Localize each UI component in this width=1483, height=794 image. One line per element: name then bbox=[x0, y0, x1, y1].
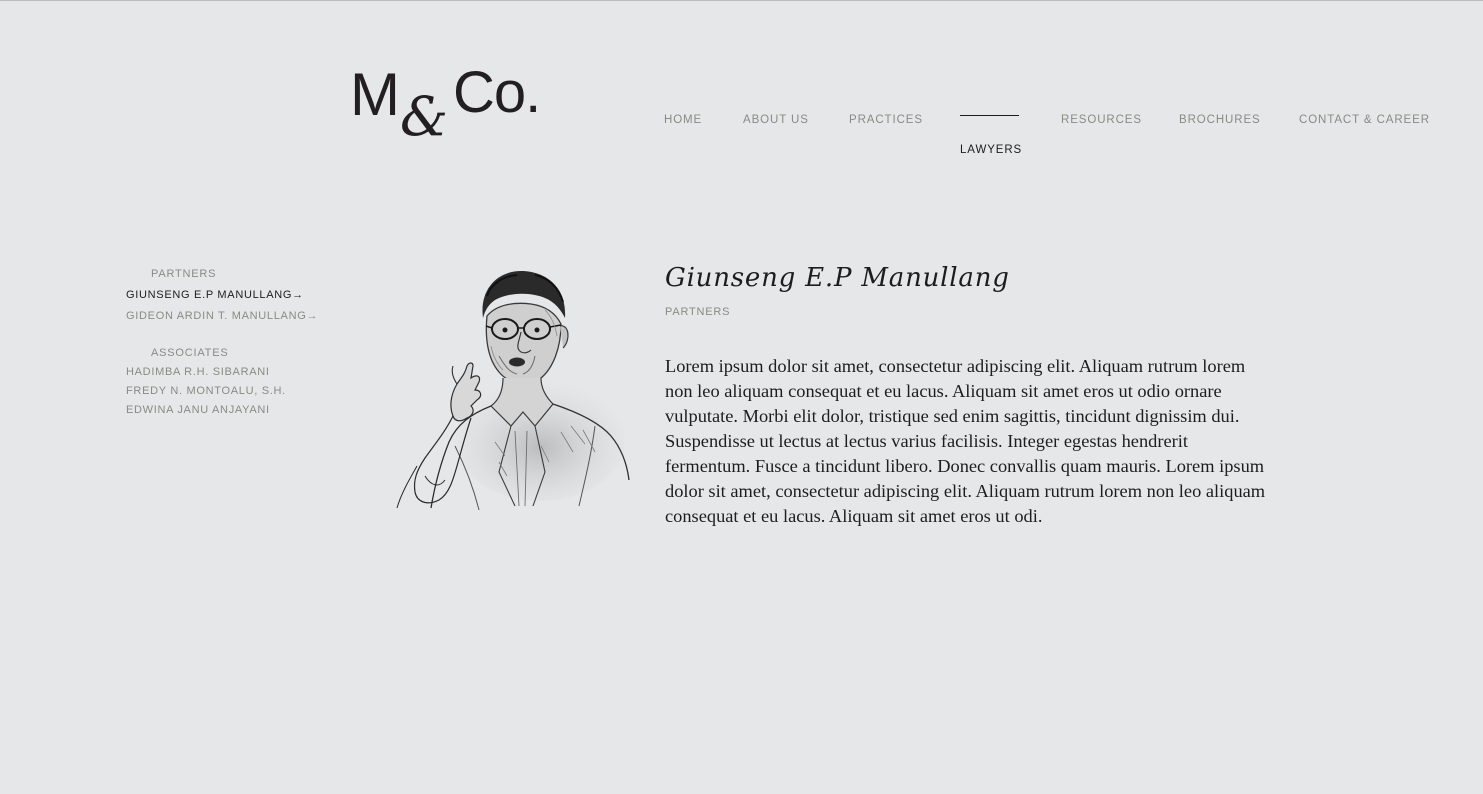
nav-lawyers[interactable]: LAWYERS bbox=[960, 144, 1022, 156]
lawyers-sidebar: PARTNERS GIUNSENG E.P MANULLANG→ GIDEON … bbox=[126, 267, 356, 422]
logo-letters-co: Co. bbox=[453, 60, 541, 125]
partners-heading: PARTNERS bbox=[151, 268, 217, 280]
nav-resources[interactable]: RESOURCES bbox=[1061, 114, 1142, 126]
nav-active-indicator bbox=[960, 115, 1019, 116]
logo-letter-m: M bbox=[350, 61, 400, 128]
sidebar-link-gideon[interactable]: GIDEON ARDIN T. MANULLANG→ bbox=[126, 309, 356, 323]
nav-practices[interactable]: PRACTICES bbox=[849, 114, 923, 126]
nav-home[interactable]: HOME bbox=[664, 114, 702, 126]
sidebar-link-edwina[interactable]: EDWINA JANU ANJAYANI bbox=[126, 403, 356, 417]
associates-group: ASSOCIATES HADIMBA R.H. SIBARANI FREDY N… bbox=[126, 346, 356, 417]
lawyer-name: Giunseng E.P Manullang bbox=[665, 263, 1010, 293]
lawyer-portrait bbox=[395, 266, 630, 511]
nav-about-us[interactable]: ABOUT US bbox=[743, 114, 809, 126]
logo[interactable]: M & Co. bbox=[350, 55, 560, 155]
lawyer-bio: Lorem ipsum dolor sit amet, consectetur … bbox=[665, 356, 1266, 526]
lawyer-role: PARTNERS bbox=[665, 306, 731, 318]
sidebar-link-fredy[interactable]: FREDY N. MONTOALU, S.H. bbox=[126, 384, 356, 398]
sidebar-link-giunseng[interactable]: GIUNSENG E.P MANULLANG→ bbox=[126, 288, 356, 302]
partners-group: PARTNERS GIUNSENG E.P MANULLANG→ GIDEON … bbox=[126, 267, 356, 323]
nav-brochures[interactable]: BROCHURES bbox=[1179, 114, 1261, 126]
portrait-sketch-image bbox=[396, 270, 630, 511]
nav-contact-career[interactable]: CONTACT & CAREER bbox=[1299, 114, 1430, 126]
profile-content: Giunseng E.P Manullang PARTNERS Lorem ip… bbox=[665, 260, 1275, 529]
logo-ampersand: & bbox=[400, 85, 449, 148]
sidebar-link-hadimba[interactable]: HADIMBA R.H. SIBARANI bbox=[126, 365, 356, 379]
associates-heading: ASSOCIATES bbox=[151, 347, 229, 359]
